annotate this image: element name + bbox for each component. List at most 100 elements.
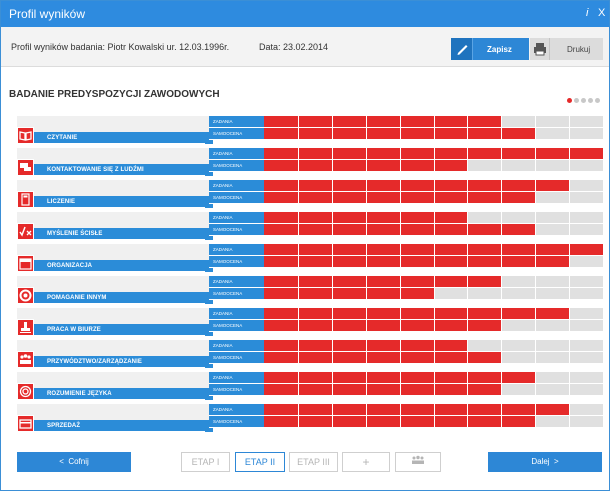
grid	[264, 276, 603, 287]
category-label: MYŚLENIE ŚCISŁE	[47, 231, 103, 237]
stage-add-button[interactable]: +	[342, 452, 390, 472]
back-button[interactable]: < Cofnij	[17, 452, 131, 472]
series-label-zadania: ZADANIA	[209, 404, 264, 415]
save-button[interactable]: Zapisz	[451, 38, 529, 60]
grid-line	[332, 244, 333, 255]
grid-line	[434, 256, 435, 267]
grid-line	[569, 192, 570, 203]
zadania-track	[264, 340, 603, 351]
grid-line	[569, 160, 570, 171]
grid-line	[569, 276, 570, 287]
zadania-track	[264, 180, 603, 191]
grid-line	[501, 116, 502, 127]
page-dot[interactable]	[595, 98, 600, 103]
samoocena-track	[264, 288, 603, 299]
stage-tab[interactable]: ETAP II	[235, 452, 285, 472]
samoocena-track	[264, 160, 603, 171]
grid-line	[400, 352, 401, 363]
grid	[264, 256, 603, 267]
grid	[264, 372, 603, 383]
grid-line	[298, 320, 299, 331]
grid	[264, 212, 603, 223]
series-label-samoocena: SAMOOCENA	[209, 192, 264, 203]
grid-line	[366, 256, 367, 267]
stage-label: ETAP I	[191, 457, 220, 467]
samoocena-track	[264, 352, 603, 363]
category-label: POMAGANIE INNYM	[47, 295, 107, 301]
grid-line	[332, 416, 333, 427]
result-row: ROZUMIENIE JĘZYKA ZADANIA SAMOOCENA	[17, 371, 603, 401]
grid-line	[366, 180, 367, 191]
grid-line	[400, 320, 401, 331]
grid-line	[501, 212, 502, 223]
target-icon	[17, 383, 34, 400]
page-dot[interactable]	[574, 98, 579, 103]
series-label-zadania: ZADANIA	[209, 180, 264, 191]
window-title: Profil wyników	[9, 7, 86, 21]
result-row: CZYTANIE ZADANIA SAMOOCENA	[17, 115, 603, 145]
grid-line	[298, 256, 299, 267]
grid-line	[535, 416, 536, 427]
page-dot[interactable]	[588, 98, 593, 103]
grid-line	[569, 288, 570, 299]
grid	[264, 352, 603, 363]
grid-line	[298, 404, 299, 415]
page-dot[interactable]	[581, 98, 586, 103]
close-icon[interactable]: X	[598, 7, 605, 19]
category-notch	[205, 268, 213, 272]
grid-line	[366, 308, 367, 319]
grid-line	[569, 308, 570, 319]
grid-line	[535, 192, 536, 203]
stage-tab[interactable]: ETAP III	[289, 452, 338, 472]
stage-label: ETAP II	[244, 457, 276, 467]
grid-line	[332, 372, 333, 383]
grid-line	[501, 180, 502, 191]
grid-line	[569, 180, 570, 191]
grid-line	[535, 320, 536, 331]
grid-line	[569, 256, 570, 267]
samoocena-track	[264, 192, 603, 203]
grid-line	[366, 320, 367, 331]
page-dot[interactable]	[567, 98, 572, 103]
grid-line	[467, 372, 468, 383]
grid-line	[332, 288, 333, 299]
result-row: POMAGANIE INNYM ZADANIA SAMOOCENA	[17, 275, 603, 305]
grid-line	[535, 352, 536, 363]
grid-line	[400, 384, 401, 395]
grid-line	[366, 148, 367, 159]
calculator-icon	[17, 191, 34, 208]
grid-line	[434, 276, 435, 287]
print-button[interactable]: Drukuj	[530, 38, 603, 60]
grid-line	[400, 224, 401, 235]
stage-people-button[interactable]	[395, 452, 441, 472]
category-label: PRACA W BIURZE	[47, 327, 101, 333]
grid-line	[467, 244, 468, 255]
grid-line	[298, 340, 299, 351]
category-label: KONTAKTOWANIE SIĘ Z LUDŹMI	[47, 167, 144, 173]
samoocena-track	[264, 416, 603, 427]
grid-line	[467, 416, 468, 427]
grid-line	[501, 128, 502, 139]
grid-line	[535, 212, 536, 223]
people-icon	[410, 455, 426, 467]
help-icon[interactable]: i	[586, 7, 588, 19]
grid-line	[467, 180, 468, 191]
grid-line	[467, 352, 468, 363]
stage-tab[interactable]: ETAP I	[181, 452, 230, 472]
grid-line	[434, 340, 435, 351]
grid-line	[535, 244, 536, 255]
card-icon	[17, 415, 34, 432]
grid-line	[501, 192, 502, 203]
grid-line	[298, 308, 299, 319]
back-label: Cofnij	[68, 457, 89, 466]
grid-line	[366, 160, 367, 171]
next-button[interactable]: Dalej >	[488, 452, 602, 472]
page-indicator[interactable]	[567, 90, 602, 103]
grid	[264, 320, 603, 331]
book-icon	[17, 127, 34, 144]
grid	[264, 180, 603, 191]
grid	[264, 192, 603, 203]
pencil-icon	[451, 38, 473, 60]
series-label-samoocena: SAMOOCENA	[209, 224, 264, 235]
grid-line	[400, 116, 401, 127]
